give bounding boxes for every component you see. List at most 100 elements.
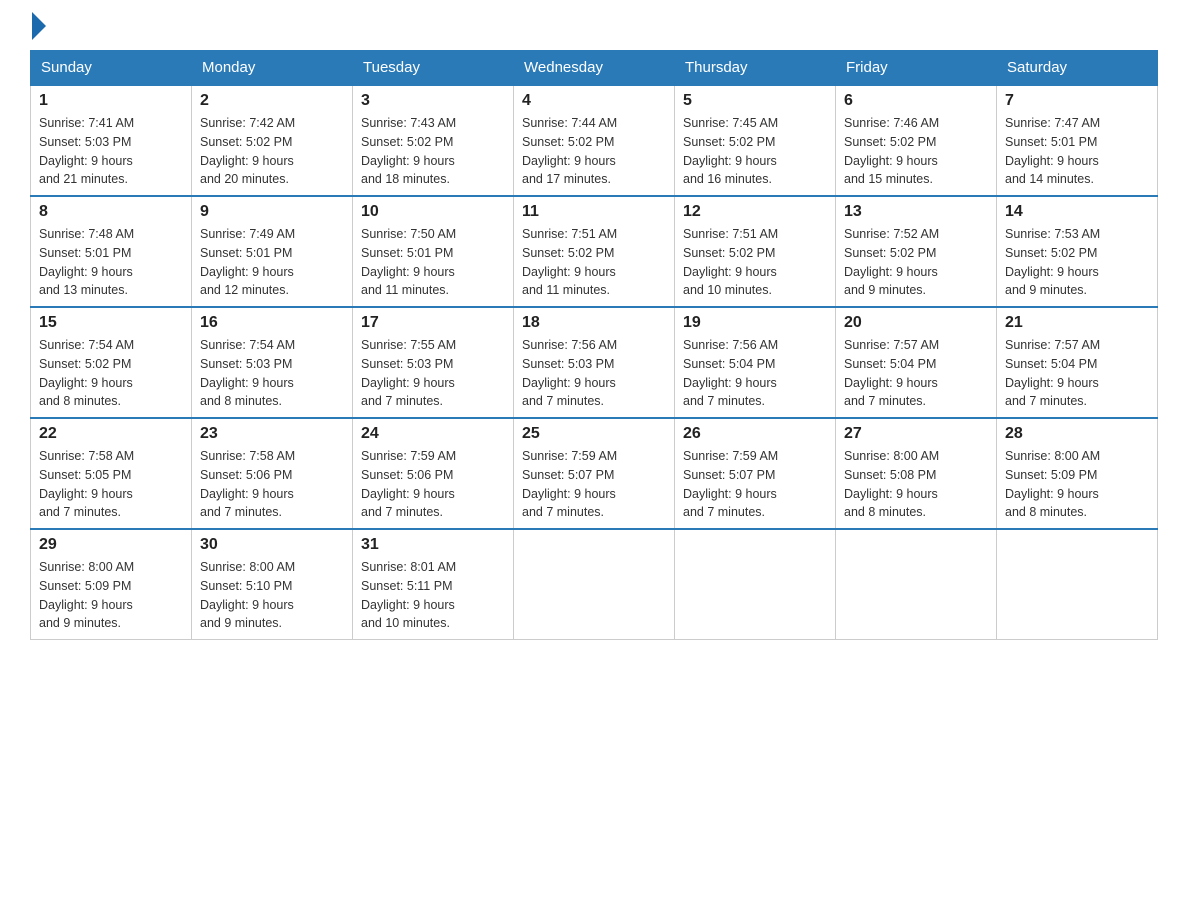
day-number: 9 xyxy=(200,203,344,221)
calendar-cell: 11 Sunrise: 7:51 AM Sunset: 5:02 PM Dayl… xyxy=(514,196,675,307)
calendar-cell: 15 Sunrise: 7:54 AM Sunset: 5:02 PM Dayl… xyxy=(31,307,192,418)
day-info: Sunrise: 8:00 AM Sunset: 5:10 PM Dayligh… xyxy=(200,558,344,633)
calendar-cell: 1 Sunrise: 7:41 AM Sunset: 5:03 PM Dayli… xyxy=(31,85,192,196)
day-info: Sunrise: 7:51 AM Sunset: 5:02 PM Dayligh… xyxy=(522,225,666,300)
calendar-cell xyxy=(997,529,1158,640)
day-info: Sunrise: 8:00 AM Sunset: 5:09 PM Dayligh… xyxy=(1005,447,1149,522)
logo-arrow-icon xyxy=(32,12,46,40)
day-number: 16 xyxy=(200,314,344,332)
day-number: 23 xyxy=(200,425,344,443)
logo xyxy=(30,20,46,40)
day-info: Sunrise: 7:45 AM Sunset: 5:02 PM Dayligh… xyxy=(683,114,827,189)
day-info: Sunrise: 7:42 AM Sunset: 5:02 PM Dayligh… xyxy=(200,114,344,189)
calendar-cell: 18 Sunrise: 7:56 AM Sunset: 5:03 PM Dayl… xyxy=(514,307,675,418)
calendar-cell: 10 Sunrise: 7:50 AM Sunset: 5:01 PM Dayl… xyxy=(353,196,514,307)
calendar-cell xyxy=(836,529,997,640)
calendar-cell: 27 Sunrise: 8:00 AM Sunset: 5:08 PM Dayl… xyxy=(836,418,997,529)
calendar-header-friday: Friday xyxy=(836,51,997,86)
day-info: Sunrise: 7:57 AM Sunset: 5:04 PM Dayligh… xyxy=(1005,336,1149,411)
calendar-cell: 30 Sunrise: 8:00 AM Sunset: 5:10 PM Dayl… xyxy=(192,529,353,640)
day-number: 20 xyxy=(844,314,988,332)
day-number: 22 xyxy=(39,425,183,443)
day-info: Sunrise: 8:00 AM Sunset: 5:09 PM Dayligh… xyxy=(39,558,183,633)
day-info: Sunrise: 7:59 AM Sunset: 5:07 PM Dayligh… xyxy=(683,447,827,522)
day-number: 14 xyxy=(1005,203,1149,221)
day-info: Sunrise: 7:55 AM Sunset: 5:03 PM Dayligh… xyxy=(361,336,505,411)
day-info: Sunrise: 7:59 AM Sunset: 5:07 PM Dayligh… xyxy=(522,447,666,522)
day-number: 27 xyxy=(844,425,988,443)
calendar-cell: 19 Sunrise: 7:56 AM Sunset: 5:04 PM Dayl… xyxy=(675,307,836,418)
day-info: Sunrise: 7:56 AM Sunset: 5:03 PM Dayligh… xyxy=(522,336,666,411)
calendar-week-row: 1 Sunrise: 7:41 AM Sunset: 5:03 PM Dayli… xyxy=(31,85,1158,196)
calendar-cell: 4 Sunrise: 7:44 AM Sunset: 5:02 PM Dayli… xyxy=(514,85,675,196)
day-number: 7 xyxy=(1005,92,1149,110)
day-info: Sunrise: 7:58 AM Sunset: 5:05 PM Dayligh… xyxy=(39,447,183,522)
calendar-header-row: SundayMondayTuesdayWednesdayThursdayFrid… xyxy=(31,51,1158,86)
calendar-cell: 28 Sunrise: 8:00 AM Sunset: 5:09 PM Dayl… xyxy=(997,418,1158,529)
day-number: 6 xyxy=(844,92,988,110)
day-number: 30 xyxy=(200,536,344,554)
calendar-header-sunday: Sunday xyxy=(31,51,192,86)
calendar-cell: 2 Sunrise: 7:42 AM Sunset: 5:02 PM Dayli… xyxy=(192,85,353,196)
calendar-cell: 29 Sunrise: 8:00 AM Sunset: 5:09 PM Dayl… xyxy=(31,529,192,640)
calendar-week-row: 22 Sunrise: 7:58 AM Sunset: 5:05 PM Dayl… xyxy=(31,418,1158,529)
day-info: Sunrise: 7:54 AM Sunset: 5:02 PM Dayligh… xyxy=(39,336,183,411)
day-info: Sunrise: 7:51 AM Sunset: 5:02 PM Dayligh… xyxy=(683,225,827,300)
calendar-cell: 21 Sunrise: 7:57 AM Sunset: 5:04 PM Dayl… xyxy=(997,307,1158,418)
calendar-cell: 25 Sunrise: 7:59 AM Sunset: 5:07 PM Dayl… xyxy=(514,418,675,529)
day-number: 28 xyxy=(1005,425,1149,443)
day-number: 19 xyxy=(683,314,827,332)
day-info: Sunrise: 7:56 AM Sunset: 5:04 PM Dayligh… xyxy=(683,336,827,411)
day-number: 10 xyxy=(361,203,505,221)
calendar-cell: 8 Sunrise: 7:48 AM Sunset: 5:01 PM Dayli… xyxy=(31,196,192,307)
day-info: Sunrise: 7:46 AM Sunset: 5:02 PM Dayligh… xyxy=(844,114,988,189)
page-header xyxy=(30,20,1158,40)
day-number: 18 xyxy=(522,314,666,332)
calendar-week-row: 29 Sunrise: 8:00 AM Sunset: 5:09 PM Dayl… xyxy=(31,529,1158,640)
day-number: 5 xyxy=(683,92,827,110)
calendar-cell: 7 Sunrise: 7:47 AM Sunset: 5:01 PM Dayli… xyxy=(997,85,1158,196)
calendar-week-row: 8 Sunrise: 7:48 AM Sunset: 5:01 PM Dayli… xyxy=(31,196,1158,307)
day-info: Sunrise: 8:01 AM Sunset: 5:11 PM Dayligh… xyxy=(361,558,505,633)
day-number: 4 xyxy=(522,92,666,110)
day-info: Sunrise: 7:57 AM Sunset: 5:04 PM Dayligh… xyxy=(844,336,988,411)
day-number: 2 xyxy=(200,92,344,110)
day-info: Sunrise: 7:49 AM Sunset: 5:01 PM Dayligh… xyxy=(200,225,344,300)
day-number: 11 xyxy=(522,203,666,221)
calendar-cell: 31 Sunrise: 8:01 AM Sunset: 5:11 PM Dayl… xyxy=(353,529,514,640)
calendar-table: SundayMondayTuesdayWednesdayThursdayFrid… xyxy=(30,50,1158,640)
day-number: 24 xyxy=(361,425,505,443)
day-info: Sunrise: 7:52 AM Sunset: 5:02 PM Dayligh… xyxy=(844,225,988,300)
day-info: Sunrise: 7:59 AM Sunset: 5:06 PM Dayligh… xyxy=(361,447,505,522)
day-number: 3 xyxy=(361,92,505,110)
day-number: 26 xyxy=(683,425,827,443)
day-number: 25 xyxy=(522,425,666,443)
day-info: Sunrise: 7:44 AM Sunset: 5:02 PM Dayligh… xyxy=(522,114,666,189)
day-number: 8 xyxy=(39,203,183,221)
calendar-header-saturday: Saturday xyxy=(997,51,1158,86)
calendar-header-monday: Monday xyxy=(192,51,353,86)
calendar-cell: 3 Sunrise: 7:43 AM Sunset: 5:02 PM Dayli… xyxy=(353,85,514,196)
day-info: Sunrise: 7:53 AM Sunset: 5:02 PM Dayligh… xyxy=(1005,225,1149,300)
calendar-header-thursday: Thursday xyxy=(675,51,836,86)
day-number: 21 xyxy=(1005,314,1149,332)
calendar-cell: 23 Sunrise: 7:58 AM Sunset: 5:06 PM Dayl… xyxy=(192,418,353,529)
calendar-cell: 22 Sunrise: 7:58 AM Sunset: 5:05 PM Dayl… xyxy=(31,418,192,529)
day-number: 29 xyxy=(39,536,183,554)
calendar-cell: 13 Sunrise: 7:52 AM Sunset: 5:02 PM Dayl… xyxy=(836,196,997,307)
calendar-cell: 20 Sunrise: 7:57 AM Sunset: 5:04 PM Dayl… xyxy=(836,307,997,418)
calendar-cell: 14 Sunrise: 7:53 AM Sunset: 5:02 PM Dayl… xyxy=(997,196,1158,307)
day-number: 17 xyxy=(361,314,505,332)
day-number: 13 xyxy=(844,203,988,221)
calendar-header-tuesday: Tuesday xyxy=(353,51,514,86)
calendar-cell xyxy=(514,529,675,640)
day-info: Sunrise: 7:58 AM Sunset: 5:06 PM Dayligh… xyxy=(200,447,344,522)
calendar-cell: 16 Sunrise: 7:54 AM Sunset: 5:03 PM Dayl… xyxy=(192,307,353,418)
day-info: Sunrise: 7:43 AM Sunset: 5:02 PM Dayligh… xyxy=(361,114,505,189)
calendar-cell: 5 Sunrise: 7:45 AM Sunset: 5:02 PM Dayli… xyxy=(675,85,836,196)
calendar-week-row: 15 Sunrise: 7:54 AM Sunset: 5:02 PM Dayl… xyxy=(31,307,1158,418)
day-info: Sunrise: 7:47 AM Sunset: 5:01 PM Dayligh… xyxy=(1005,114,1149,189)
calendar-cell: 6 Sunrise: 7:46 AM Sunset: 5:02 PM Dayli… xyxy=(836,85,997,196)
calendar-cell: 26 Sunrise: 7:59 AM Sunset: 5:07 PM Dayl… xyxy=(675,418,836,529)
calendar-cell: 24 Sunrise: 7:59 AM Sunset: 5:06 PM Dayl… xyxy=(353,418,514,529)
